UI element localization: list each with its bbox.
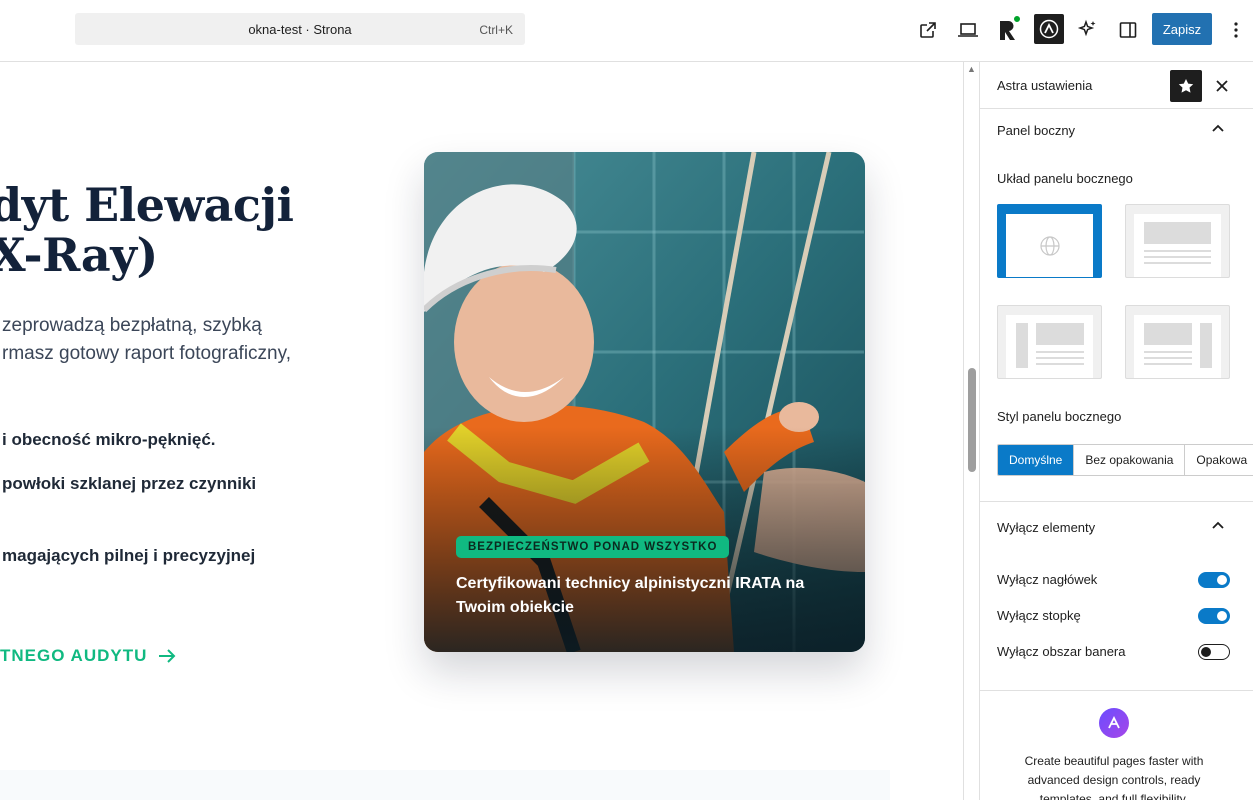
plugin-r-icon[interactable] (994, 15, 1022, 45)
hero-description: zeprowadzą bezpłatną, szybką rmasz gotow… (2, 312, 362, 368)
arrow-right-icon (159, 649, 176, 663)
hero-title: dyt Elewacji X-Ray) (0, 180, 294, 280)
toggle-label-banner: Wyłącz obszar banera (997, 644, 1126, 659)
scroll-up-icon[interactable]: ▲ (967, 64, 976, 74)
document-title: okna-test · Strona (248, 22, 352, 37)
save-button[interactable]: Zapisz (1152, 13, 1212, 45)
card-badge: BEZPIECZEŃSTWO PONAD WSZYSTKO (456, 536, 730, 558)
sidebar-header: Astra ustawienia (980, 62, 1253, 109)
style-option-boxed[interactable]: Opakowa (1185, 445, 1253, 475)
sidebar-style-control: Domyślne Bez opakowania Opakowa (997, 444, 1253, 476)
hero-image-card: BEZPIECZEŃSTWO PONAD WSZYSTKO Certyfikow… (424, 152, 865, 652)
settings-panel-icon[interactable] (1114, 15, 1142, 45)
disable-banner-toggle[interactable] (1198, 644, 1230, 660)
view-page-icon[interactable] (914, 15, 942, 45)
section-divider (980, 690, 1253, 691)
astra-settings-sidebar: Astra ustawienia Panel boczny Układ pane… (979, 62, 1253, 800)
style-option-unboxed[interactable]: Bez opakowania (1074, 445, 1186, 475)
toggle-label-footer: Wyłącz stopkę (997, 608, 1081, 623)
astra-promo-logo-icon (1099, 708, 1129, 738)
command-shortcut: Ctrl+K (479, 23, 513, 37)
hero-desc-line-1: zeprowadzą bezpłatną, szybką (2, 315, 262, 336)
panel-section-title[interactable]: Panel boczny (997, 123, 1075, 138)
options-menu-icon[interactable] (1222, 15, 1250, 45)
canvas-scrollbar[interactable]: ▲ (964, 62, 979, 800)
device-preview-icon[interactable] (954, 15, 982, 45)
layout-option-left-sidebar[interactable] (997, 305, 1102, 379)
layout-option-no-sidebar[interactable] (1125, 204, 1230, 278)
layout-label: Układ panelu bocznego (997, 171, 1133, 186)
ai-sparkle-icon[interactable] (1074, 15, 1102, 45)
chevron-up-icon[interactable] (1208, 515, 1228, 535)
feature-bullet-3: magających pilnej i precyzyjnej (2, 546, 256, 565)
sidebar-title: Astra ustawienia (997, 78, 1093, 93)
feature-bullet-2: powłoki szklanej przez czynniki (2, 474, 257, 493)
section-divider (980, 501, 1253, 502)
editor-topbar: okna-test · Strona Ctrl+K Zapisz (0, 0, 1253, 62)
card-caption: Certyfikowani technicy alpinistyczni IRA… (456, 575, 805, 616)
scroll-thumb[interactable] (968, 368, 976, 472)
promo-text: Create beautiful pages faster with advan… (1024, 754, 1204, 800)
chevron-up-icon[interactable] (1208, 118, 1228, 138)
globe-icon (1039, 235, 1060, 256)
hero-title-line-1: dyt Elewacji (0, 178, 294, 232)
style-label: Styl panelu bocznego (997, 409, 1122, 424)
close-icon (1216, 80, 1228, 92)
next-section-strip (0, 770, 890, 800)
status-dot-icon (1013, 15, 1021, 23)
toggle-label-header: Wyłącz nagłówek (997, 572, 1098, 587)
close-sidebar-button[interactable] (1210, 74, 1234, 98)
star-pin-button[interactable] (1170, 70, 1202, 102)
hero-desc-line-2: rmasz gotowy raport fotograficzny, (2, 343, 291, 364)
cta-link[interactable]: TNEGO AUDYTU (0, 646, 177, 666)
cta-label: TNEGO AUDYTU (0, 646, 148, 665)
style-option-default[interactable]: Domyślne (998, 445, 1075, 475)
editor-canvas: dyt Elewacji X-Ray) zeprowadzą bezpłatną… (0, 62, 964, 800)
feature-bullet-1: i obecność mikro-pęknięć. (2, 430, 216, 449)
disable-header-toggle[interactable] (1198, 572, 1230, 588)
disable-section-title[interactable]: Wyłącz elementy (997, 520, 1095, 535)
star-icon (1178, 79, 1194, 93)
command-palette-bar[interactable]: okna-test · Strona Ctrl+K (75, 13, 525, 45)
layout-option-default[interactable] (997, 204, 1102, 278)
layout-option-right-sidebar[interactable] (1125, 305, 1230, 379)
disable-footer-toggle[interactable] (1198, 608, 1230, 624)
hero-title-line-2: X-Ray) (0, 228, 158, 282)
astra-logo-icon[interactable] (1034, 14, 1064, 44)
